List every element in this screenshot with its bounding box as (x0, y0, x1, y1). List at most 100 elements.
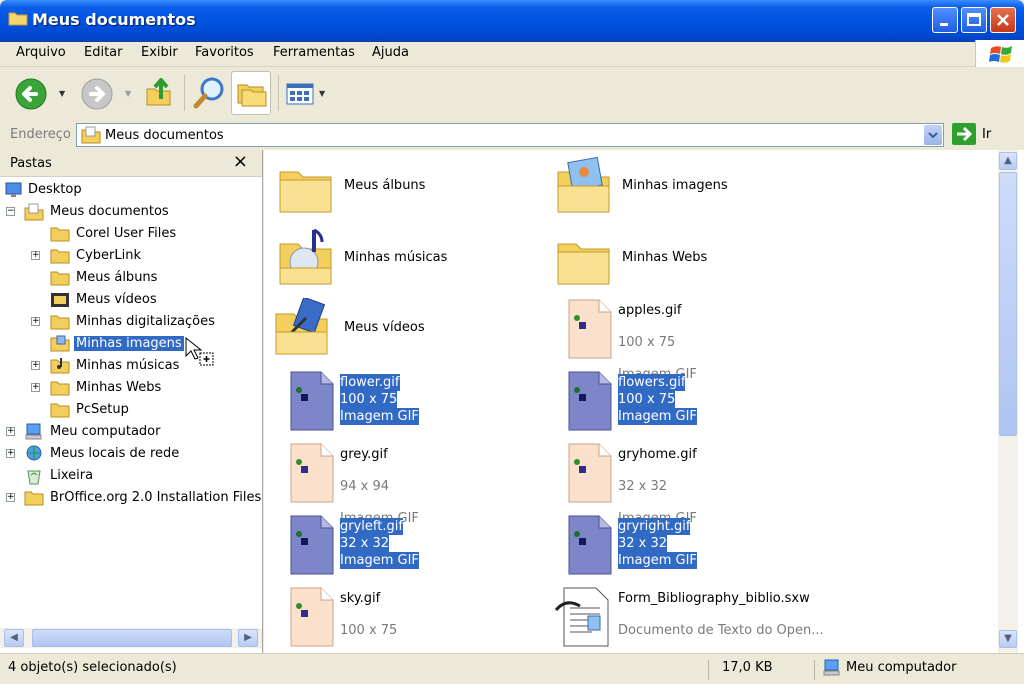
expand-icon[interactable]: + (31, 383, 40, 392)
menu-ferramentas[interactable]: Ferramentas (273, 45, 355, 60)
file-name: gryright.gif (618, 518, 691, 535)
go-button[interactable] (952, 123, 976, 145)
scroll-down-button[interactable]: ▼ (999, 630, 1017, 648)
file-item-minhas-imagens[interactable]: Minhas imagens (554, 156, 824, 226)
folders-button[interactable] (231, 71, 271, 115)
tree-item-label: Lixeira (50, 468, 94, 483)
file-item-flower-gif[interactable]: flower.gif 100 x 75 Imagem GIF (282, 370, 552, 440)
network-icon (26, 445, 42, 461)
tree-item-minhas-webs[interactable]: + Minhas Webs (0, 378, 260, 398)
file-item-sky-gif[interactable]: sky.gif 100 x 75 Imagem GIF (282, 586, 552, 670)
tree-item-corel-user-files[interactable]: Corel User Files (0, 224, 260, 244)
folders-horizontal-scrollbar[interactable]: ◀ ▶ (0, 628, 262, 648)
expand-icon[interactable]: + (6, 493, 15, 502)
file-list-vertical-scrollbar[interactable]: ▲ ▼ (998, 150, 1018, 653)
search-icon (193, 77, 224, 109)
recycle-bin-icon (27, 470, 41, 485)
file-name: Minhas imagens (622, 178, 728, 193)
scroll-left-button[interactable]: ◀ (4, 629, 24, 647)
file-item-apples-gif[interactable]: apples.gif 100 x 75 Imagem GIF (560, 298, 830, 382)
gif-image-icon (290, 443, 334, 503)
tree-item-meus-locais-de-rede[interactable]: + Meus locais de rede (0, 444, 260, 464)
minimize-icon (940, 23, 948, 26)
my-documents-icon (81, 126, 101, 144)
folders-pane-header: Pastas × (0, 150, 262, 177)
close-button[interactable] (990, 7, 1016, 33)
tree-item-desktop[interactable]: Desktop (0, 180, 260, 200)
tree-item-meus-videos[interactable]: Meus vídeos (0, 290, 260, 310)
address-input[interactable]: Meus documentos (76, 123, 944, 147)
file-dimensions: 32 x 32 (618, 479, 668, 494)
menu-editar[interactable]: Editar (84, 45, 123, 60)
tree-item-cyberlink[interactable]: + CyberLink (0, 246, 260, 266)
gif-image-icon (568, 371, 612, 431)
scroll-up-button[interactable]: ▲ (999, 152, 1017, 170)
expand-icon[interactable]: + (6, 427, 15, 436)
views-button[interactable]: ▼ (286, 71, 328, 115)
tree-item-label: Minhas Webs (76, 380, 162, 395)
tree-item-minhas-imagens[interactable]: Minhas imagens (0, 334, 260, 354)
back-dropdown-icon[interactable]: ▼ (59, 89, 65, 98)
expand-icon[interactable]: + (6, 449, 15, 458)
tree-item-meus-documentos[interactable]: − Meus documentos (0, 202, 260, 222)
minimize-button[interactable] (932, 7, 958, 33)
file-item-grey-gif[interactable]: grey.gif 94 x 94 Imagem GIF (282, 442, 552, 526)
forward-button[interactable] (80, 71, 116, 115)
status-location: Meu computador (846, 660, 957, 675)
tree-item-pcsetup[interactable]: PcSetup (0, 400, 260, 420)
gif-image-icon (568, 515, 612, 575)
desktop-icon (5, 182, 22, 197)
file-item-flowers-gif[interactable]: flowers.gif 100 x 75 Imagem GIF (560, 370, 830, 440)
expand-icon[interactable]: + (31, 317, 40, 326)
tree-item-broffice-installation-files[interactable]: + BrOffice.org 2.0 Installation Files (0, 488, 261, 508)
file-item-gryright-gif[interactable]: gryright.gif 32 x 32 Imagem GIF (560, 514, 830, 584)
scroll-thumb[interactable] (32, 629, 232, 647)
tree-item-meu-computador[interactable]: + Meu computador (0, 422, 260, 442)
scroll-right-button[interactable]: ▶ (238, 629, 258, 647)
search-button[interactable] (192, 71, 226, 115)
file-item-form-bibliography-sxw[interactable]: Form_Bibliography_biblio.sxw Documento d… (554, 586, 854, 670)
file-dimensions: 32 x 32 (340, 535, 390, 552)
tree-item-label: Meu computador (50, 424, 161, 439)
tree-item-lixeira[interactable]: Lixeira (0, 466, 260, 486)
file-item-minhas-musicas[interactable]: Minhas músicas (276, 228, 546, 298)
file-details: flower.gif 100 x 75 Imagem GIF (340, 374, 419, 425)
tree-item-minhas-digitalizacoes[interactable]: + Minhas digitalizações (0, 312, 260, 332)
up-folder-button[interactable] (144, 71, 178, 115)
menu-exibir[interactable]: Exibir (141, 45, 178, 60)
go-arrow-icon (957, 126, 973, 142)
tree-item-label: Minhas digitalizações (76, 314, 215, 329)
title-bar[interactable]: Meus documentos (0, 0, 1024, 42)
tree-item-minhas-musicas[interactable]: + Minhas músicas (0, 356, 260, 376)
expand-icon[interactable]: + (31, 251, 40, 260)
menu-ajuda[interactable]: Ajuda (372, 45, 409, 60)
menu-arquivo[interactable]: Arquivo (16, 45, 66, 60)
back-button[interactable] (14, 71, 50, 115)
menu-favoritos[interactable]: Favoritos (195, 45, 254, 60)
file-item-meus-videos[interactable]: Meus vídeos (272, 298, 542, 368)
toolbar-separator (278, 75, 279, 111)
file-name: flower.gif (340, 374, 400, 391)
collapse-icon[interactable]: − (6, 207, 15, 216)
file-item-minhas-webs[interactable]: Minhas Webs (554, 228, 824, 298)
pictures-folder-icon (557, 156, 610, 213)
close-pane-icon[interactable]: × (233, 151, 248, 172)
file-item-meus-albuns[interactable]: Meus álbuns (276, 156, 546, 226)
file-type: Imagem GIF (340, 552, 419, 569)
close-icon (997, 14, 1009, 26)
address-dropdown-button[interactable] (924, 125, 942, 145)
forward-dropdown-icon[interactable]: ▼ (125, 89, 131, 98)
pictures-folder-icon (50, 335, 70, 352)
expand-icon[interactable]: + (31, 361, 40, 370)
file-name: Meus álbuns (344, 178, 426, 193)
file-item-gryhome-gif[interactable]: gryhome.gif 32 x 32 Imagem GIF (560, 442, 830, 526)
tree-item-meus-albuns[interactable]: Meus álbuns (0, 268, 260, 288)
file-name: Meus vídeos (344, 320, 425, 335)
gif-image-icon (290, 371, 334, 431)
scroll-thumb[interactable] (999, 172, 1017, 436)
folder-icon (24, 491, 44, 506)
maximize-button[interactable] (961, 7, 987, 33)
file-item-gryleft-gif[interactable]: gryleft.gif 32 x 32 Imagem GIF (282, 514, 552, 584)
views-dropdown-icon: ▼ (319, 89, 326, 98)
go-label[interactable]: Ir (982, 127, 991, 142)
